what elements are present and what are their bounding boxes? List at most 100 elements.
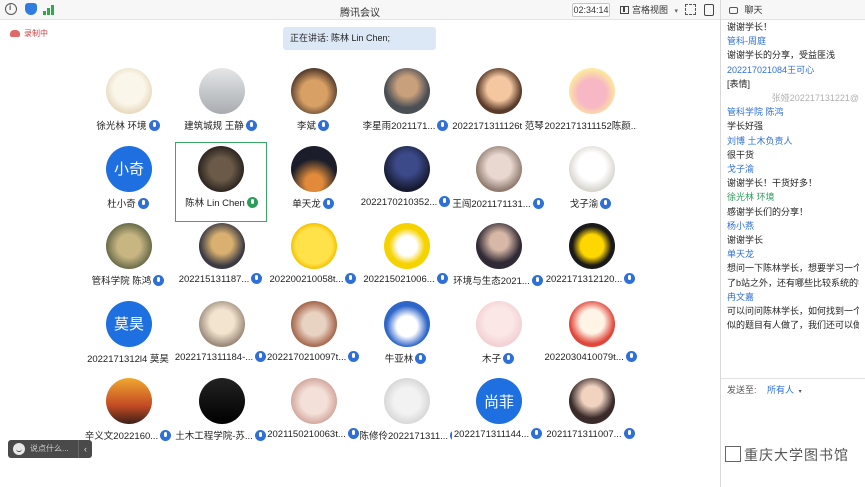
chat-input-bar[interactable]: 说点什么... ‹ [8, 440, 92, 458]
participant-tile[interactable]: 2021171311007... [545, 374, 637, 454]
chat-input-placeholder: 说点什么... [30, 444, 69, 453]
avatar [568, 300, 615, 347]
participant-name: 2022170210097t... [267, 350, 359, 363]
participant-name: 戈子渝 [545, 196, 637, 210]
chat-sender-name[interactable]: 徐光林 环境 [727, 190, 859, 204]
speaking-banner: 正在讲话: 陈林 Lin Chen; [283, 27, 436, 50]
participant-name: 徐光林 环境 [82, 118, 174, 132]
mic-muted-icon [531, 428, 543, 439]
chat-message-list[interactable]: 谢谢学长！ 管科-周庭 谢谢学长的分享，受益匪浅 202217021084王可心 [表情… [721, 20, 865, 332]
chat-sender-name[interactable]: 冉文嘉 [727, 290, 859, 304]
avatar: 尚菲 [476, 378, 522, 424]
chat-sender-name[interactable]: 杨小燕 [727, 219, 859, 233]
library-logo-icon [725, 446, 741, 462]
participant-tile[interactable]: 小奇 杜小奇 [82, 142, 174, 222]
participant-name: 王闯2021171131... [452, 196, 544, 210]
participant-name-text: 2022171311184-... [174, 351, 254, 363]
chat-sender-name[interactable]: 戈子渝 [727, 162, 859, 176]
participant-tile[interactable]: 建筑城规 王静 [175, 64, 267, 144]
participant-tile[interactable]: 2022170210352... [360, 142, 452, 222]
participant-name-text: 2022171311152陈颜... [544, 121, 637, 132]
participant-name: 建筑城规 王静 [175, 118, 267, 132]
participant-name-text: 202215131187... [178, 274, 250, 285]
shield-icon[interactable] [25, 3, 37, 15]
participant-tile[interactable]: 202215131187... [175, 219, 267, 299]
participant-tile[interactable]: 牛亚林 [360, 297, 452, 377]
fullscreen-icon[interactable] [685, 4, 696, 15]
participant-tile[interactable]: 2022170210097t... [267, 297, 359, 377]
signal-icon[interactable] [43, 3, 55, 15]
participant-name: 2022171312l4 莫昊 [82, 351, 174, 365]
chat-message-text: 谢谢学长！干货好多！ [727, 178, 818, 189]
info-icon[interactable] [5, 3, 17, 15]
participant-name-text: 2022030410079t... [544, 351, 624, 363]
participant-name-text: 2021150210063t... [267, 429, 346, 440]
chat-sender-name[interactable]: 刘博 土木负责人 [727, 134, 859, 148]
send-to-dropdown[interactable]: 所有人 ▾ [767, 385, 802, 395]
participant-tile[interactable]: 徐光林 环境 [82, 64, 174, 144]
avatar [198, 223, 245, 269]
participant-tile[interactable]: 2022171311184-... [175, 297, 267, 377]
meeting-main-area: 录制中 正在讲话: 陈林 Lin Chen; 徐光林 环境 建筑城规 王静 李斌 李星… [0, 20, 720, 487]
participant-tile[interactable]: 2022030410079t... [545, 297, 637, 377]
emoji-icon[interactable] [13, 443, 25, 455]
avatar [197, 145, 244, 192]
send-to-row: 发送至: 所有人 ▾ [721, 378, 865, 400]
participant-tile[interactable]: 2022171311152陈颜... [545, 64, 637, 144]
participant-tile[interactable]: 202200210058t... [267, 219, 359, 299]
view-mode-label: 宫格视图 [632, 5, 669, 15]
participant-name-text: 木子 [481, 353, 501, 365]
participant-tile[interactable]: 管科学院 陈鸿 [82, 219, 174, 299]
chat-sender-name[interactable]: 管科学院 陈鸿 [727, 105, 859, 119]
participant-tile[interactable]: 2022171312120... [545, 219, 637, 299]
participant-tile[interactable]: 李斌 [267, 64, 359, 144]
chat-sender-name[interactable]: 单天龙 [727, 247, 859, 261]
participant-tile[interactable]: 戈子渝 [545, 142, 637, 222]
view-mode-dropdown[interactable]: 宫格视图 ▾ [618, 3, 678, 17]
watermark-text: 重庆大学图书馆 [744, 447, 849, 463]
avatar [198, 68, 245, 114]
participant-name: 2022171311152陈颜... [545, 118, 637, 132]
participant-tile[interactable]: 李星雨2021171... [360, 64, 452, 144]
participant-tile[interactable]: 木子 [452, 297, 544, 377]
participant-name-text: 陈修伶2022171311... [359, 431, 449, 442]
participant-tile[interactable]: 辛义文2022160... [82, 374, 174, 454]
grid-view-icon [620, 6, 629, 14]
mic-muted-icon [137, 197, 149, 209]
participant-name-text: 202215021006... [363, 274, 435, 285]
avatar [291, 300, 337, 347]
collapse-arrow-icon[interactable]: ‹ [78, 440, 92, 458]
participant-tile[interactable]: 2022171311126t 范琴 [452, 64, 544, 144]
participant-tile[interactable]: 环境与生态2021... [452, 219, 544, 299]
participant-name-text: 牛亚林 [384, 353, 414, 365]
side-panel-toggle-icon[interactable] [704, 4, 714, 16]
participant-name-text: 2022171311144... [453, 429, 530, 440]
chat-sender-name[interactable]: 管科-周庭 [727, 34, 859, 48]
chat-sender-name[interactable]: 202217021084王可心 [727, 63, 859, 77]
participant-name-text: 建筑城规 王静 [184, 121, 244, 132]
participant-tile[interactable]: 陈修伶2022171311... [360, 374, 452, 454]
library-watermark: 重庆大学图书馆 [725, 445, 849, 465]
mic-active-icon [246, 196, 258, 208]
participant-tile[interactable]: 土木工程学院-苏... [175, 374, 267, 454]
participant-tile[interactable]: 202215021006... [360, 219, 452, 299]
participant-tile[interactable]: 单天龙 [267, 142, 359, 222]
mic-muted-icon [415, 352, 427, 364]
participant-name: 2022171312120... [545, 273, 637, 285]
participant-name-text: 2022170210352... [360, 196, 438, 208]
participant-name-text: 2022171312l4 莫昊 [87, 353, 169, 365]
participant-tile[interactable]: 尚菲 2022171311144... [452, 374, 544, 454]
participant-name: 陈修伶2022171311... [360, 428, 452, 442]
participant-name-text: 土木工程学院-苏... [175, 431, 253, 442]
avatar [476, 223, 522, 269]
window-title: 腾讯会议 [340, 8, 380, 19]
avatar [383, 145, 430, 192]
avatar [198, 300, 245, 347]
participant-tile[interactable]: 王闯2021171131... [452, 142, 544, 222]
chat-header: 聊天 [721, 0, 865, 20]
participant-tile[interactable]: 莫昊 2022171312l4 莫昊 [82, 297, 174, 377]
participant-name: 木子 [452, 351, 544, 365]
participant-tile[interactable]: 陈林 Lin Chen [174, 141, 267, 222]
participant-tile[interactable]: 2021150210063t... [267, 374, 359, 454]
title-bar: 腾讯会议 02:34:14 宫格视图 ▾ [0, 0, 720, 20]
